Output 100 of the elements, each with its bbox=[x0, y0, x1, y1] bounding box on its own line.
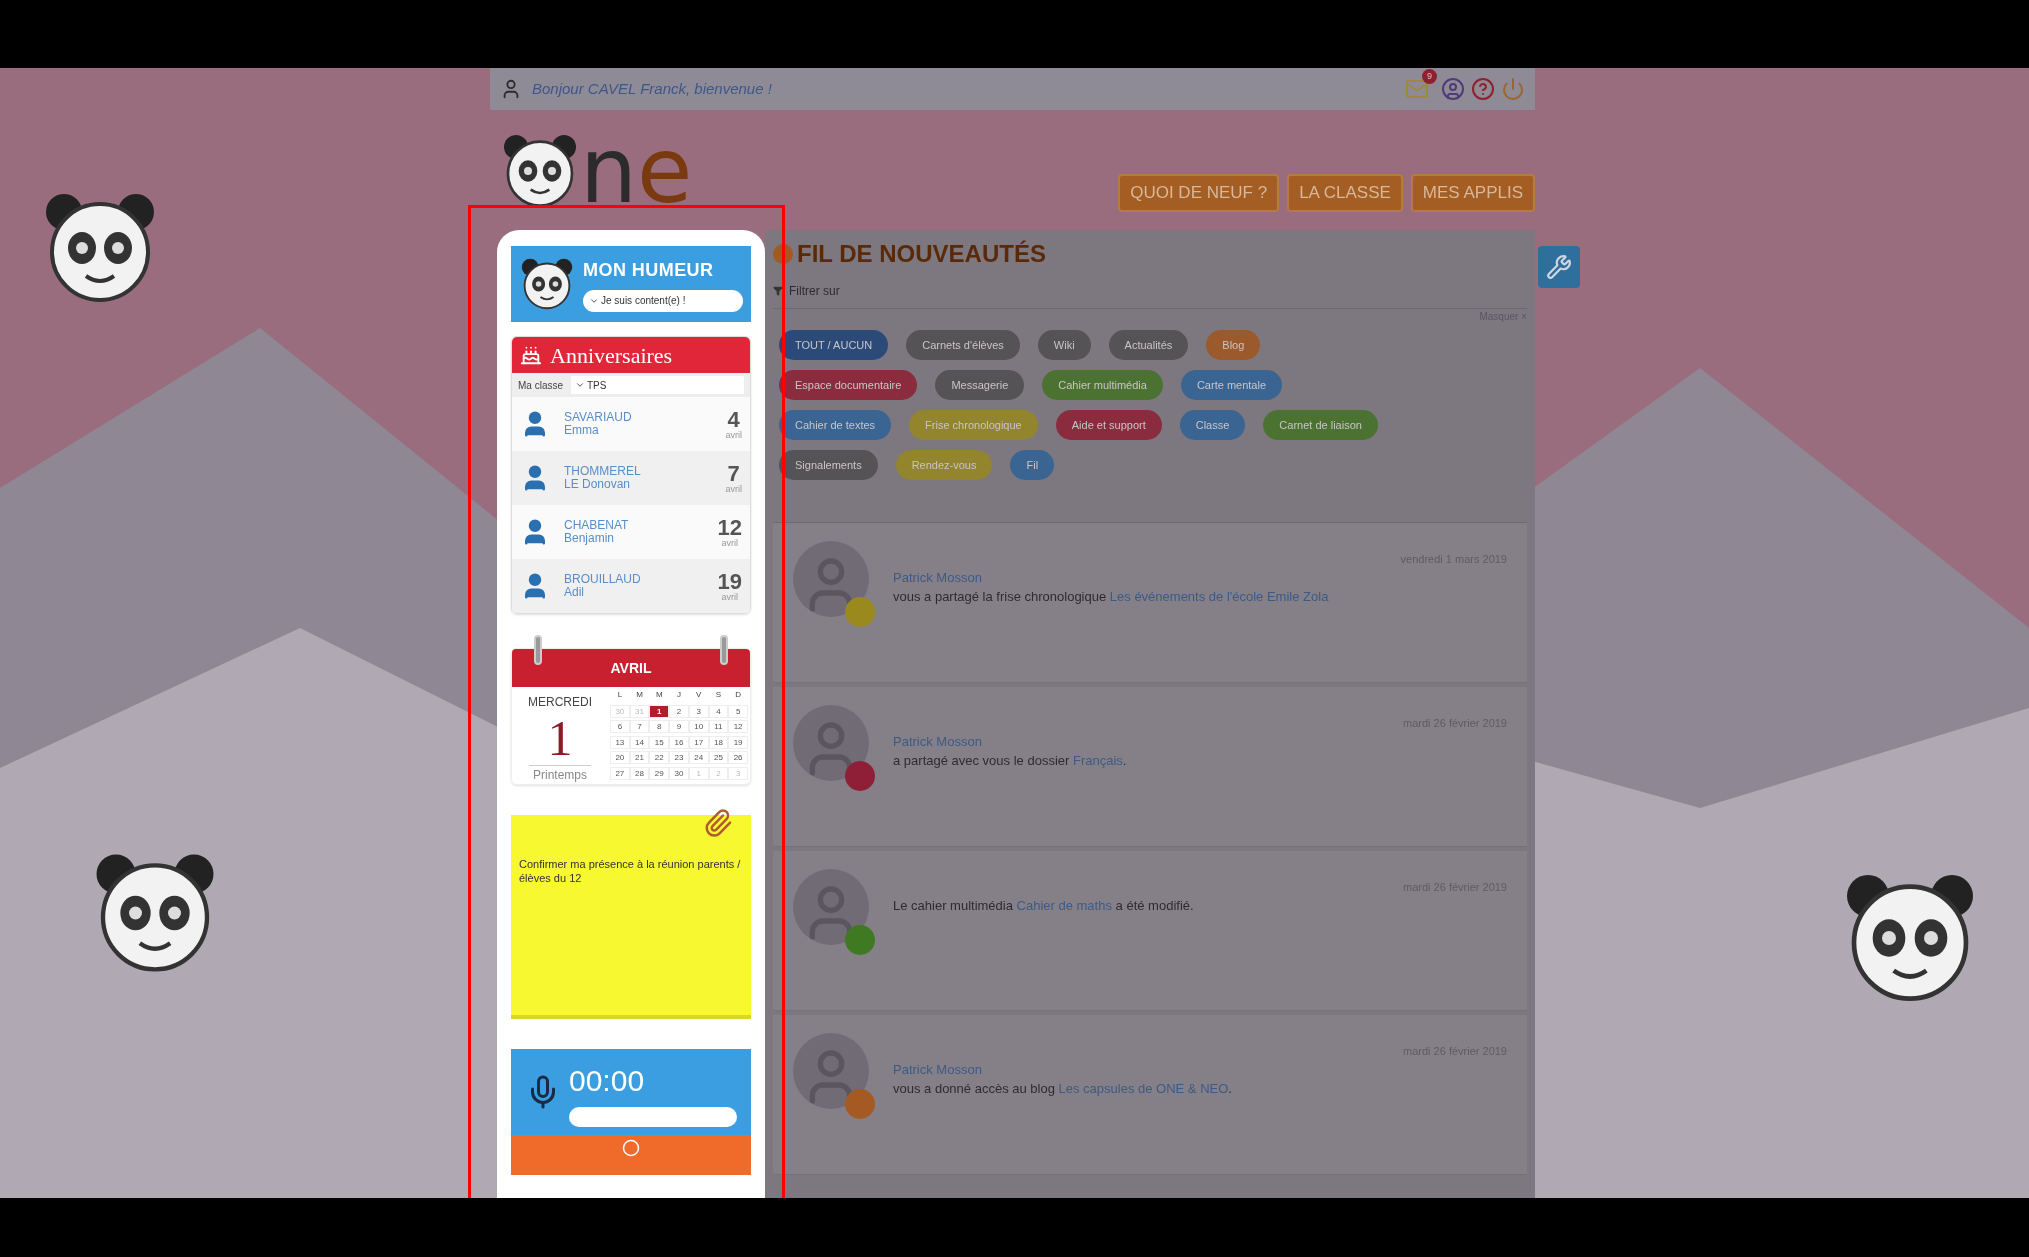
student-lastname: SAVARIAUD bbox=[564, 411, 633, 424]
caret-icon bbox=[575, 380, 585, 390]
calendar-date[interactable]: 29 bbox=[649, 766, 670, 780]
calendar-date[interactable]: 14 bbox=[629, 735, 650, 749]
filter-chip[interactable]: Signalements bbox=[779, 450, 878, 480]
greeting-text: Bonjour CAVEL Franck, bienvenue ! bbox=[532, 78, 772, 99]
birthday-month: avril bbox=[725, 484, 742, 494]
filter-chip[interactable]: Classe bbox=[1179, 410, 1246, 440]
class-label: Ma classe bbox=[518, 378, 563, 393]
filter-chip[interactable]: Fil bbox=[1010, 450, 1055, 480]
student-lastname: BROUILLAUD bbox=[564, 573, 642, 586]
calendar-date[interactable]: 9 bbox=[669, 720, 689, 733]
class-select[interactable]: TPS bbox=[571, 376, 744, 394]
filter-chip[interactable]: Aide et support bbox=[1055, 410, 1162, 440]
calendar-date[interactable]: 4 bbox=[708, 704, 729, 718]
calendar-date[interactable]: 16 bbox=[669, 735, 689, 749]
calendar-date[interactable]: 25 bbox=[708, 751, 729, 764]
weekday-header: M bbox=[654, 689, 664, 701]
calendar-date[interactable]: 13 bbox=[610, 735, 630, 749]
calendar-date[interactable]: 7 bbox=[629, 720, 650, 733]
filter-chip[interactable]: TOUT / AUCUN bbox=[779, 330, 889, 360]
filter-chip[interactable]: Blog bbox=[1206, 330, 1261, 360]
logo-letter: e bbox=[637, 126, 693, 216]
filter-chip[interactable]: Wiki bbox=[1037, 330, 1091, 360]
filter-chip[interactable]: Carnets d'élèves bbox=[906, 330, 1020, 360]
item-message: a partagé avec vous le dossier Français. bbox=[893, 752, 1128, 770]
calendar-date[interactable]: 15 bbox=[649, 735, 670, 749]
help-icon bbox=[1471, 77, 1495, 101]
birthday-day: 7 bbox=[727, 462, 740, 485]
weekday-header: M bbox=[635, 689, 644, 701]
birthday-day: 4 bbox=[727, 408, 740, 431]
widget-title: MON HUMEUR bbox=[583, 258, 715, 282]
calendar-date[interactable]: 24 bbox=[688, 751, 709, 764]
birthday-month: avril bbox=[725, 430, 742, 440]
calendar-date[interactable]: 8 bbox=[649, 720, 670, 733]
calendar-date[interactable]: 6 bbox=[610, 720, 630, 733]
mail-icon bbox=[1405, 77, 1429, 101]
filter-chip[interactable]: Actualités bbox=[1108, 330, 1189, 360]
calendar-date[interactable]: 26 bbox=[728, 751, 748, 764]
student-firstname: Adil bbox=[564, 586, 585, 599]
calendar-date[interactable]: 17 bbox=[688, 735, 709, 749]
student-firstname: Benjamin bbox=[564, 532, 616, 545]
calendar-date[interactable]: 19 bbox=[728, 735, 748, 749]
filter-chip[interactable]: Carte mentale bbox=[1180, 370, 1282, 400]
calendar-date[interactable]: 11 bbox=[708, 720, 729, 733]
logout-icon bbox=[1501, 77, 1525, 101]
calendar-date[interactable]: 3 bbox=[688, 704, 709, 718]
birthday-day: 19 bbox=[717, 570, 742, 593]
item-message: vous a partagé la frise chronologique Les événements de l'école Emile Zola bbox=[893, 588, 1330, 606]
birthday-month: avril bbox=[721, 592, 738, 602]
filter-chip[interactable]: Carnet de liaison bbox=[1263, 410, 1378, 440]
calendar-day: 1 bbox=[547, 711, 573, 765]
calendar-date[interactable]: 23 bbox=[669, 751, 689, 764]
birthday-month: avril bbox=[721, 538, 738, 548]
panda-face-icon bbox=[519, 256, 575, 312]
student-firstname: Emma bbox=[564, 424, 600, 437]
item-message: vous a donné accès au blog Les capsules de ONE & NEO. bbox=[893, 1080, 1233, 1098]
ring-icon bbox=[534, 635, 542, 665]
calendar-season: Printemps bbox=[529, 765, 591, 784]
cake-icon bbox=[520, 344, 542, 366]
calendar-date[interactable]: 12 bbox=[728, 720, 748, 733]
weekday-header: V bbox=[695, 689, 703, 701]
weekday-header: J bbox=[676, 689, 682, 701]
filter-chip[interactable]: Cahier multimédia bbox=[1042, 370, 1163, 400]
logo-letter: n bbox=[580, 126, 638, 216]
calendar-date[interactable]: 22 bbox=[649, 751, 670, 764]
birthday-day: 12 bbox=[717, 516, 742, 539]
calendar-date[interactable]: 28 bbox=[629, 766, 650, 780]
calendar-date[interactable]: 27 bbox=[610, 766, 630, 780]
student-lastname: CHABENAT bbox=[564, 519, 630, 532]
weekday-header: L bbox=[616, 689, 624, 701]
calendar-date[interactable]: 10 bbox=[688, 720, 709, 733]
weekday-header: D bbox=[734, 689, 742, 701]
filter-icon bbox=[773, 286, 783, 296]
calendar-date[interactable]: 21 bbox=[629, 751, 650, 764]
calendar-weekday: MERCREDI bbox=[528, 694, 592, 711]
calendar-date[interactable]: 1 bbox=[649, 704, 670, 718]
feed-title: FIL DE NOUVEAUTÉS bbox=[797, 239, 1046, 269]
student-firstname: LE Donovan bbox=[564, 478, 632, 491]
account-icon bbox=[1441, 77, 1465, 101]
calendar-date[interactable]: 2 bbox=[669, 704, 689, 718]
mood-select[interactable]: Je suis content(e) ! bbox=[583, 289, 743, 312]
mail-count-badge: 9 bbox=[1422, 69, 1437, 84]
tools-button[interactable] bbox=[1538, 246, 1580, 288]
weekday-header: S bbox=[714, 689, 723, 701]
ring-icon bbox=[720, 635, 728, 665]
student-lastname: THOMMEREL bbox=[564, 465, 642, 478]
calendar-date[interactable]: 20 bbox=[610, 751, 630, 764]
note-text: Confirmer ma présence à la réunion parents / élèves du 12 bbox=[519, 857, 742, 885]
calendar-date[interactable]: 5 bbox=[728, 704, 748, 718]
wrench-icon bbox=[1546, 254, 1572, 280]
calendar-date[interactable]: 30 bbox=[669, 766, 689, 780]
widget-title: Anniversaires bbox=[550, 341, 673, 370]
record-button[interactable] bbox=[622, 1139, 640, 1157]
calendar-date[interactable]: 18 bbox=[708, 735, 729, 749]
filter-chip[interactable]: Messagerie bbox=[935, 370, 1025, 400]
filter-chip[interactable]: Cahier de textes bbox=[779, 410, 892, 440]
calendar-month: AVRIL bbox=[610, 658, 652, 678]
filter-label: Filtrer sur bbox=[789, 283, 840, 300]
filter-chip[interactable]: Espace documentaire bbox=[779, 370, 918, 400]
